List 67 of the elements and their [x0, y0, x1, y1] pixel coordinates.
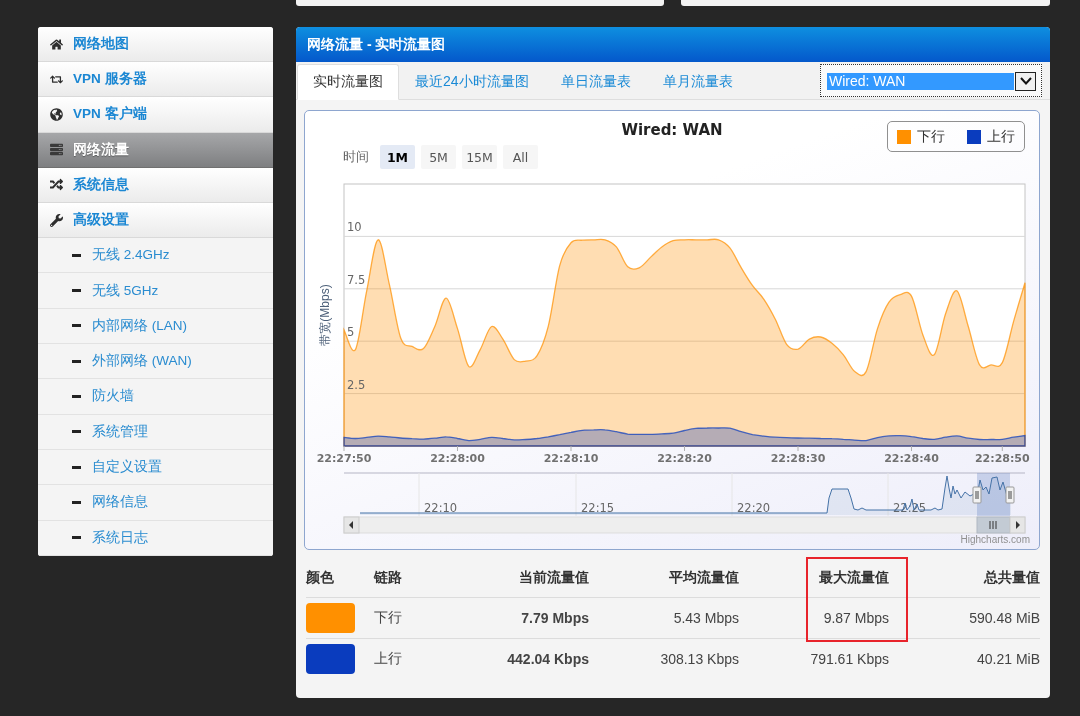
legend-label[interactable]: 下行	[917, 127, 945, 146]
dash-icon	[72, 465, 81, 469]
tab[interactable]: 实时流量图	[297, 64, 399, 100]
column-header: 总共量值	[984, 568, 1040, 587]
y-tick-label: 10	[347, 220, 362, 235]
table-cell: 上行	[374, 638, 444, 678]
table-cell: 下行	[374, 597, 444, 638]
dash-icon	[72, 394, 81, 398]
range-button[interactable]: 1M	[380, 145, 415, 169]
credits-link[interactable]: Highcharts.com	[960, 534, 1039, 546]
y-tick-label: 2.5	[347, 377, 366, 392]
column-header: 当前流量值	[519, 568, 589, 587]
dash-icon	[72, 430, 81, 434]
tab[interactable]: 单日流量表	[544, 64, 647, 100]
dash-icon	[72, 289, 81, 293]
server-icon	[50, 143, 63, 157]
dash-icon	[72, 253, 81, 257]
x-tick-label: 22:28:40	[884, 452, 939, 465]
legend-label[interactable]: 上行	[987, 127, 1015, 146]
nav-item[interactable]: 系统信息	[38, 167, 273, 203]
nav-item[interactable]: 网络流量	[38, 132, 273, 168]
axis-title: 带宽(Mbps)	[318, 284, 333, 346]
table-cell: 590.48 MiB	[889, 597, 1040, 638]
y-tick-label: 5	[347, 325, 355, 340]
globe-icon	[50, 107, 63, 121]
range-button[interactable]: All	[503, 145, 538, 169]
chart-title: Wired: WAN	[621, 120, 723, 140]
range-label: 时间	[343, 148, 369, 166]
dash-icon	[72, 500, 81, 504]
scrollbar-thumb[interactable]	[976, 516, 1011, 534]
dash-icon	[72, 359, 81, 363]
dash-icon	[72, 536, 81, 540]
column-header: 最大流量值	[819, 568, 889, 587]
wrench-icon	[50, 213, 63, 227]
table-cell: 5.43 Mbps	[589, 597, 739, 638]
nav-item[interactable]: 高级设置	[38, 202, 273, 239]
column-header: 颜色	[306, 568, 334, 587]
panel-header: 网络流量 - 实时流量图	[296, 27, 1050, 62]
triangle-right-icon[interactable]	[1009, 516, 1026, 534]
chevron-down-icon[interactable]	[1015, 71, 1036, 91]
home-icon	[50, 37, 63, 51]
table-cell: 791.61 Kbps	[739, 638, 889, 678]
dash-icon	[72, 324, 81, 328]
column-header: 链路	[374, 568, 402, 587]
tab[interactable]: 最近24小时流量图	[399, 64, 545, 100]
y-tick-label: 7.5	[347, 272, 366, 287]
table-cell: 40.21 MiB	[889, 638, 1040, 678]
table-cell: 442.04 Kbps	[444, 638, 589, 678]
triangle-left-icon[interactable]	[343, 516, 360, 534]
table-cell: 9.87 Mbps	[739, 597, 889, 638]
x-tick-label: 22:28:00	[430, 452, 485, 465]
range-button[interactable]: 15M	[462, 145, 497, 169]
interface-select[interactable]: Wired: WAN	[820, 64, 1042, 97]
table-cell: 7.79 Mbps	[444, 597, 589, 638]
x-tick-label: 22:27:50	[316, 452, 372, 465]
nav-item[interactable]: 网络地图	[38, 27, 273, 63]
x-tick-label: 22:28:50	[974, 452, 1030, 465]
x-tick-label: 22:28:10	[543, 452, 599, 465]
x-tick-label: 22:28:20	[657, 452, 712, 465]
nav-item[interactable]: VPN 服务器	[38, 62, 273, 98]
x-tick-label: 22:28:30	[770, 452, 826, 465]
column-header: 平均流量值	[669, 568, 739, 587]
shuffle-icon	[50, 178, 63, 192]
table-cell: 308.13 Kbps	[589, 638, 739, 678]
nav-item[interactable]: VPN 客户端	[38, 97, 273, 133]
range-button[interactable]: 5M	[421, 145, 456, 169]
tab[interactable]: 单月流量表	[646, 64, 749, 100]
